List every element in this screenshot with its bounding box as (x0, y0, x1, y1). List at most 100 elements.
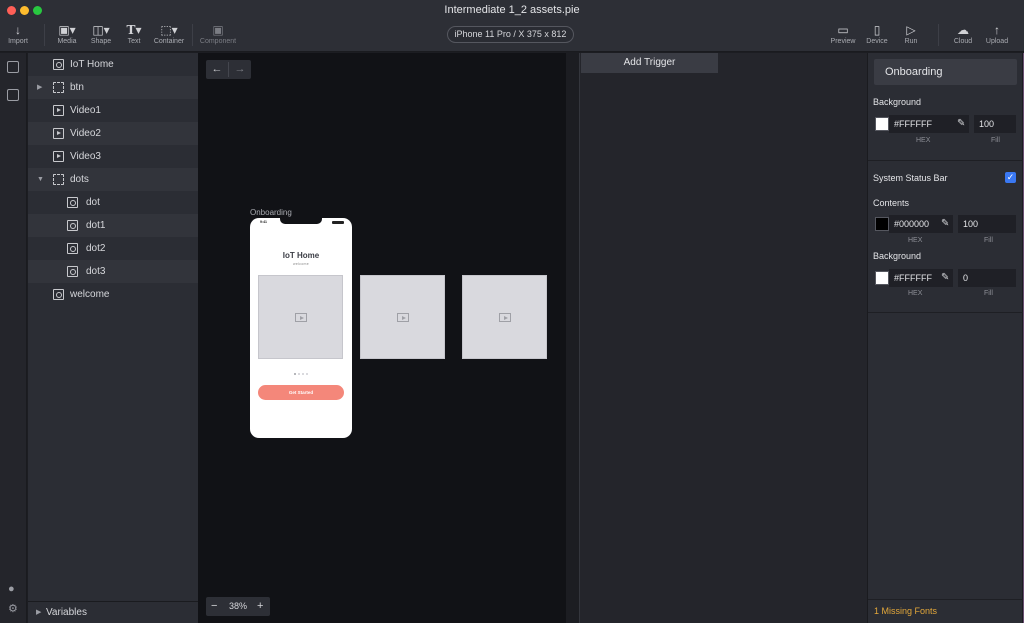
container-layer-icon (53, 174, 64, 185)
page-dots[interactable] (294, 373, 308, 376)
component-button[interactable]: ▣ Component (198, 23, 238, 47)
shape-button[interactable]: ◫▾ Shape (88, 23, 114, 47)
toolbar: Intermediate 1_2 assets.pie ↓ Import ▣▾ … (0, 0, 1024, 52)
section-divider (868, 599, 1023, 600)
forward-arrow-icon[interactable]: → (229, 60, 251, 79)
video-play-icon (294, 313, 307, 322)
layer-row[interactable]: ▼ dots (28, 168, 198, 191)
fill-caption: Fill (984, 237, 993, 244)
import-button[interactable]: ↓ Import (6, 23, 30, 47)
layer-row[interactable]: dot1 (28, 214, 198, 237)
image-layer-icon (67, 197, 78, 208)
artboard-label[interactable]: Onboarding (250, 208, 292, 217)
eyedropper-icon[interactable]: ✎ (941, 218, 949, 229)
layers-panel-icon[interactable] (7, 61, 19, 73)
toolbar-divider (192, 24, 193, 46)
arrow-down-icon: ↓ (15, 23, 21, 37)
dot1 (298, 373, 300, 375)
missing-fonts-link[interactable]: 1 Missing Fonts (874, 606, 937, 616)
video2-placeholder[interactable] (360, 275, 445, 359)
account-icon[interactable]: ● (8, 583, 15, 595)
dot3 (306, 373, 308, 375)
toolbar-divider (44, 24, 45, 46)
zoom-level[interactable]: 38% (229, 597, 247, 616)
background-fill-field[interactable]: 100 (974, 115, 1016, 133)
layer-row[interactable]: dot2 (28, 237, 198, 260)
settings-gear-icon[interactable]: ⚙ (8, 602, 18, 615)
properties-panel: Onboarding Background #FFFFFF ✎ 100 HEX … (867, 53, 1024, 623)
phone-subtitle[interactable]: welcome (250, 262, 352, 266)
layer-row[interactable]: Video3 (28, 145, 198, 168)
expand-caret-icon[interactable]: ▶ (37, 76, 42, 99)
contents-color-swatch[interactable] (875, 217, 889, 231)
add-trigger-button[interactable]: Add Trigger (581, 53, 718, 73)
video-play-icon (498, 313, 511, 322)
expand-caret-icon[interactable]: ▶ (36, 602, 41, 623)
hex-caption: HEX (916, 137, 931, 144)
layer-row[interactable]: dot (28, 191, 198, 214)
layer-row[interactable]: dot3 (28, 260, 198, 283)
collapse-caret-icon[interactable]: ▼ (37, 168, 44, 191)
contents-fill-field[interactable]: 100 (958, 215, 1016, 233)
cloud-button[interactable]: ☁ Cloud (952, 23, 974, 47)
video1-placeholder[interactable] (258, 275, 343, 359)
image-layer-icon (67, 220, 78, 231)
image-layer-icon (53, 59, 64, 70)
device-button[interactable]: ▯ Device (866, 23, 888, 47)
media-button[interactable]: ▣▾ Media (54, 23, 80, 47)
toolbar-divider (938, 24, 939, 46)
layer-row[interactable]: Video1 (28, 99, 198, 122)
zoom-out-button[interactable]: − (211, 597, 217, 616)
design-canvas[interactable]: ← → Onboarding 9:41 IoT Home welcome Get… (198, 53, 566, 623)
zoom-in-button[interactable]: + (257, 597, 263, 616)
layer-name-field[interactable]: Onboarding (874, 59, 1017, 85)
run-button[interactable]: ▷ Run (902, 23, 920, 47)
image-layer-icon (53, 289, 64, 300)
history-nav: ← → (206, 60, 251, 79)
eyedropper-icon[interactable]: ✎ (957, 118, 965, 129)
status-bar-checkbox[interactable]: ✓ (1005, 172, 1016, 183)
layer-row[interactable]: ▶ btn (28, 76, 198, 99)
layer-row[interactable]: welcome (28, 283, 198, 306)
section-divider (868, 160, 1023, 161)
back-arrow-icon[interactable]: ← (206, 60, 228, 79)
container-icon: ⬚▾ (160, 23, 178, 37)
panel-resize-gutter[interactable] (566, 53, 580, 623)
status-bar-background-fill-field[interactable]: 0 (958, 269, 1016, 287)
panel-switcher: ● ⚙ (0, 53, 27, 623)
image-layer-icon (67, 266, 78, 277)
status-bar-background-swatch[interactable] (875, 271, 889, 285)
layer-row[interactable]: Video2 (28, 122, 198, 145)
preview-button[interactable]: ▭ Preview (830, 23, 856, 47)
container-button[interactable]: ⬚▾ Container (152, 23, 186, 47)
phone-title[interactable]: IoT Home (250, 251, 352, 260)
text-icon: T▾ (126, 23, 142, 37)
section-divider (868, 312, 1023, 313)
arrow-up-icon: ↑ (994, 23, 1000, 37)
eyedropper-icon[interactable]: ✎ (941, 272, 949, 283)
background-color-swatch[interactable] (875, 117, 889, 131)
component-icon: ▣ (212, 23, 224, 37)
variables-section[interactable]: ▶ Variables (28, 601, 198, 623)
get-started-button[interactable]: Get Started (258, 385, 344, 400)
shape-icon: ◫▾ (92, 23, 110, 37)
onboarding-artboard[interactable]: 9:41 IoT Home welcome Get Started (250, 218, 352, 438)
triggers-panel: Add Trigger (566, 53, 867, 623)
upload-button[interactable]: ↑ Upload (985, 23, 1009, 47)
status-bar-background-label: Background (873, 251, 922, 261)
assets-panel-icon[interactable] (7, 89, 19, 101)
layer-row[interactable]: IoT Home (28, 53, 198, 76)
contents-label: Contents (873, 198, 910, 208)
container-layer-icon (53, 82, 64, 93)
video3-placeholder[interactable] (462, 275, 547, 359)
window-title: Intermediate 1_2 assets.pie (444, 4, 580, 16)
layers-panel: IoT Home ▶ btn Video1 Video2 Video3 ▼ do… (28, 53, 198, 623)
background-label: Background (873, 97, 922, 107)
text-button[interactable]: T▾ Text (122, 23, 146, 47)
status-bar-label: System Status Bar (873, 173, 948, 183)
video-layer-icon (53, 105, 64, 116)
phone-icon: ▯ (873, 23, 881, 37)
play-icon: ▷ (906, 23, 916, 37)
video-play-icon (396, 313, 409, 322)
device-selector[interactable]: iPhone 11 Pro / X 375 x 812 (447, 26, 574, 43)
